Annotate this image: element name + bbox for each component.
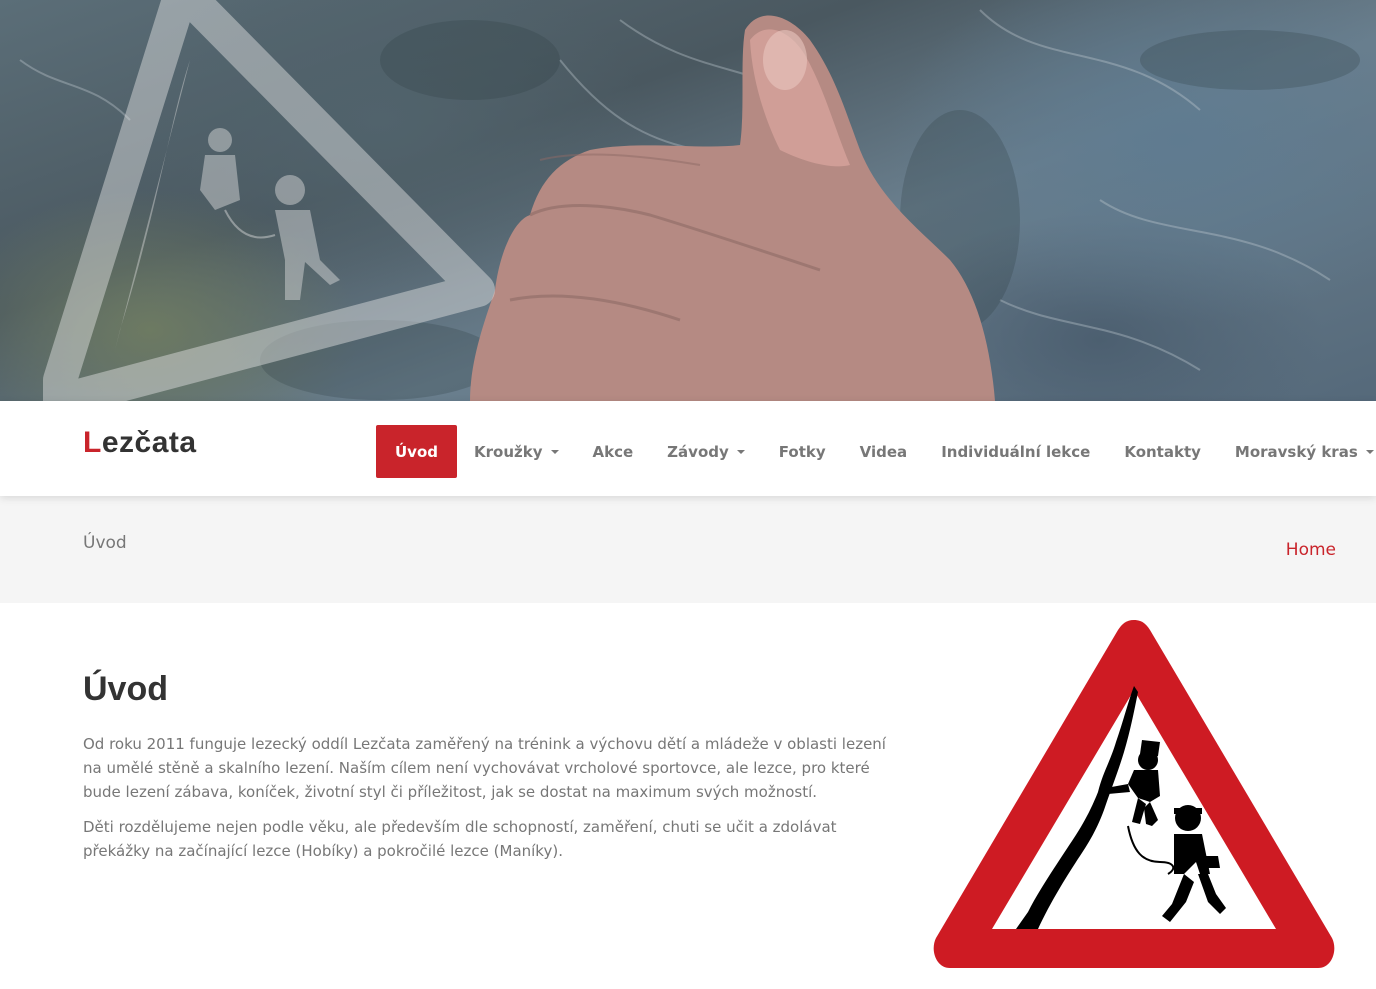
top-navbar: Lezčata Úvod Kroužky Akce Závody Fotky V… xyxy=(0,401,1376,496)
brand-first-letter: L xyxy=(83,426,102,459)
nav-item-moravsky-kras[interactable]: Moravský kras xyxy=(1218,425,1376,478)
intro-paragraph: Od roku 2011 funguje lezecký oddíl Lezča… xyxy=(83,735,886,801)
nav-item-label: Úvod xyxy=(395,442,439,461)
caret-down-icon xyxy=(736,449,745,454)
main-nav: Úvod Kroužky Akce Závody Fotky Videa Ind… xyxy=(376,425,1376,478)
nav-item-label: Fotky xyxy=(778,442,826,461)
nav-item-videa[interactable]: Videa xyxy=(843,425,925,478)
nav-item-label: Akce xyxy=(592,442,634,461)
nav-item-kontakty[interactable]: Kontakty xyxy=(1107,425,1218,478)
caret-down-icon xyxy=(550,449,559,454)
page-title: Úvod xyxy=(83,670,168,708)
climbing-kids-warning-sign-icon xyxy=(933,620,1335,968)
brand-logo[interactable]: Lezčata xyxy=(83,426,197,460)
nav-item-uvod[interactable]: Úvod xyxy=(376,425,458,478)
groups-paragraph: Děti rozdělujeme nejen podle věku, ale p… xyxy=(83,818,837,860)
nav-item-individualni-lekce[interactable]: Individuální lekce xyxy=(924,425,1107,478)
breadcrumb-page-title: Úvod xyxy=(83,533,127,553)
breadcrumb: Úvod Home xyxy=(0,496,1376,603)
caret-down-icon xyxy=(1365,449,1374,454)
brand-rest: ezčata xyxy=(101,426,197,459)
nav-item-label: Závody xyxy=(667,442,729,461)
nav-item-krouzky[interactable]: Kroužky xyxy=(457,425,576,478)
hero-banner xyxy=(0,0,1376,401)
nav-item-fotky[interactable]: Fotky xyxy=(762,425,843,478)
nav-item-label: Individuální lekce xyxy=(941,442,1091,461)
nav-item-zavody[interactable]: Závody xyxy=(650,425,762,478)
nav-item-label: Kroužky xyxy=(474,442,543,461)
nav-item-label: Videa xyxy=(859,442,908,461)
nav-item-label: Kontakty xyxy=(1124,442,1201,461)
nav-item-akce[interactable]: Akce xyxy=(576,425,651,478)
nav-item-label: Moravský kras xyxy=(1234,442,1358,461)
hero-image xyxy=(19,0,1360,401)
breadcrumb-home-link[interactable]: Home xyxy=(1286,540,1336,560)
